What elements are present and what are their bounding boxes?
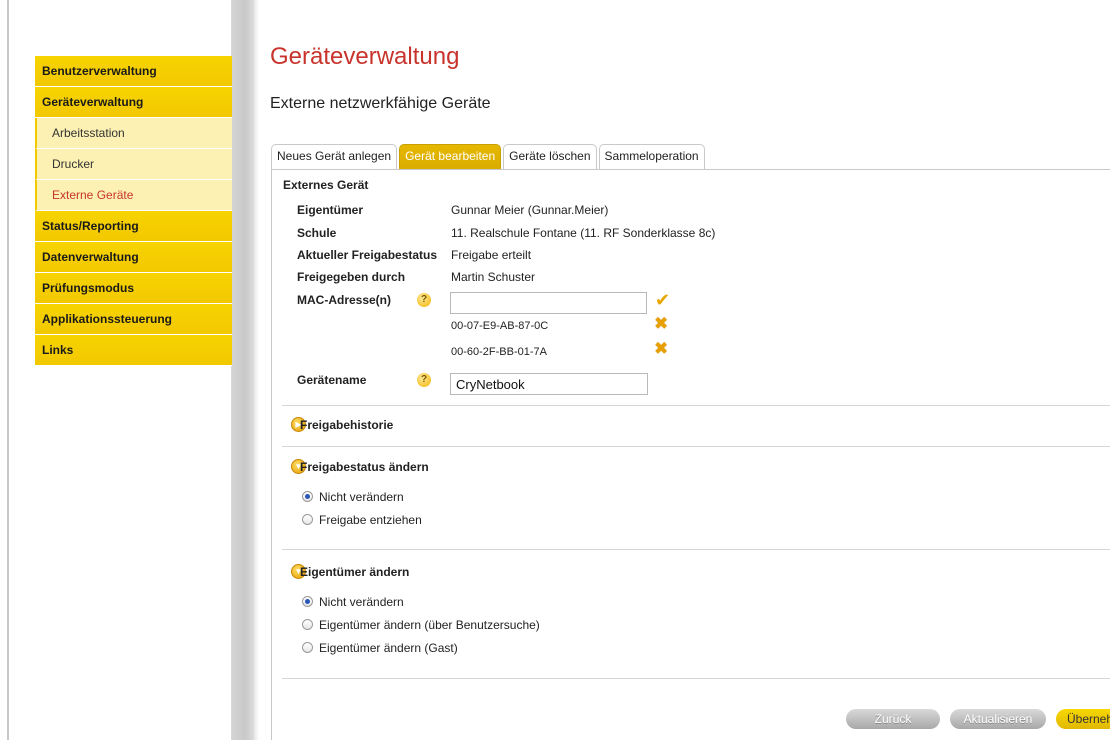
help-icon[interactable]: ?: [417, 293, 431, 307]
sidebar-item-status-reporting[interactable]: Status/Reporting: [35, 211, 241, 242]
radio-label: Nicht verändern: [319, 595, 404, 609]
sidebar-item-links[interactable]: Links: [35, 335, 241, 366]
school-label: Schule: [297, 226, 337, 240]
sidebar: Benutzerverwaltung Geräteverwaltung Arbe…: [9, 0, 241, 740]
sidebar-subitem-arbeitsstation[interactable]: Arbeitsstation: [35, 118, 241, 149]
divider: [282, 549, 1110, 550]
status-value: Freigabe erteilt: [451, 248, 532, 262]
tab-neues-geraet[interactable]: Neues Gerät anlegen: [271, 144, 398, 169]
owner-label: Eigentümer: [297, 203, 364, 217]
divider: [282, 405, 1110, 406]
mac-address-input[interactable]: [450, 292, 647, 314]
mac-address-item: 00-07-E9-AB-87-0C: [451, 320, 549, 332]
back-button[interactable]: Zurück: [846, 709, 940, 729]
radio-label: Eigentümer ändern (Gast): [319, 641, 458, 655]
remove-icon[interactable]: ✖: [654, 315, 668, 332]
tab-sammeloperation[interactable]: Sammeloperation: [598, 144, 705, 169]
radio-owner-user-search[interactable]: [302, 619, 313, 630]
sidebar-item-geraeteverwaltung[interactable]: Geräteverwaltung: [35, 87, 241, 118]
radio-label: Eigentümer ändern (über Benutzersuche): [319, 618, 540, 632]
device-name-label: Gerätename: [297, 373, 367, 387]
sidebar-subitem-drucker[interactable]: Drucker: [35, 149, 241, 180]
help-icon[interactable]: ?: [417, 373, 431, 387]
radio-owner-unchanged[interactable]: [302, 596, 313, 607]
tab-bar: Neues Gerät anlegen Gerät bearbeiten Ger…: [271, 144, 707, 169]
divider: [282, 678, 1110, 679]
owner-value: Gunnar Meier (Gunnar.Meier): [451, 203, 609, 217]
tab-underline: [271, 169, 1110, 170]
mac-address-item: 00-60-2F-BB-01-7A: [451, 346, 547, 358]
radio-owner-guest[interactable]: [302, 642, 313, 653]
approved-by-value: Martin Schuster: [451, 270, 536, 284]
history-toggle[interactable]: Freigabehistorie: [300, 418, 393, 432]
change-status-toggle[interactable]: Freigabestatus ändern: [300, 460, 429, 474]
section-title-externes-geraet: Externes Gerät: [283, 178, 369, 192]
radio-revoke-approval[interactable]: [302, 514, 313, 525]
sidebar-separator: [232, 0, 254, 740]
tab-geraete-loeschen[interactable]: Geräte löschen: [503, 144, 597, 169]
sidebar-item-benutzerverwaltung[interactable]: Benutzerverwaltung: [35, 56, 241, 87]
main-content: Geräteverwaltung Externe netzwerkfähige …: [259, 0, 1110, 740]
check-icon[interactable]: ✔: [655, 291, 670, 309]
school-value: 11. Realschule Fontane (11. RF Sonderkla…: [451, 226, 716, 240]
page-title: Geräteverwaltung: [270, 43, 460, 70]
divider: [282, 446, 1110, 447]
sidebar-item-pruefungsmodus[interactable]: Prüfungsmodus: [35, 273, 241, 304]
tab-geraet-bearbeiten[interactable]: Gerät bearbeiten: [399, 144, 502, 169]
approved-by-label: Freigegeben durch: [297, 270, 406, 284]
status-label: Aktueller Freigabestatus: [297, 248, 438, 262]
refresh-button[interactable]: Aktualisieren: [950, 709, 1046, 729]
sidebar-nav: Benutzerverwaltung Geräteverwaltung Arbe…: [35, 56, 241, 366]
radio-label: Nicht verändern: [319, 490, 404, 504]
content-border: [271, 169, 272, 740]
apply-button[interactable]: Übernehmen: [1056, 709, 1110, 729]
mac-label: MAC-Adresse(n): [297, 293, 392, 307]
remove-icon[interactable]: ✖: [654, 340, 668, 357]
sidebar-item-applikationssteuerung[interactable]: Applikationssteuerung: [35, 304, 241, 335]
app-window: Benutzerverwaltung Geräteverwaltung Arbe…: [0, 0, 1110, 740]
change-owner-toggle[interactable]: Eigentümer ändern: [300, 565, 409, 579]
sidebar-subitem-externe-geraete[interactable]: Externe Geräte: [35, 180, 241, 211]
page-subtitle: Externe netzwerkfähige Geräte: [270, 95, 491, 112]
radio-status-unchanged[interactable]: [302, 491, 313, 502]
radio-label: Freigabe entziehen: [319, 513, 422, 527]
device-name-input[interactable]: [450, 373, 648, 395]
sidebar-item-datenverwaltung[interactable]: Datenverwaltung: [35, 242, 241, 273]
